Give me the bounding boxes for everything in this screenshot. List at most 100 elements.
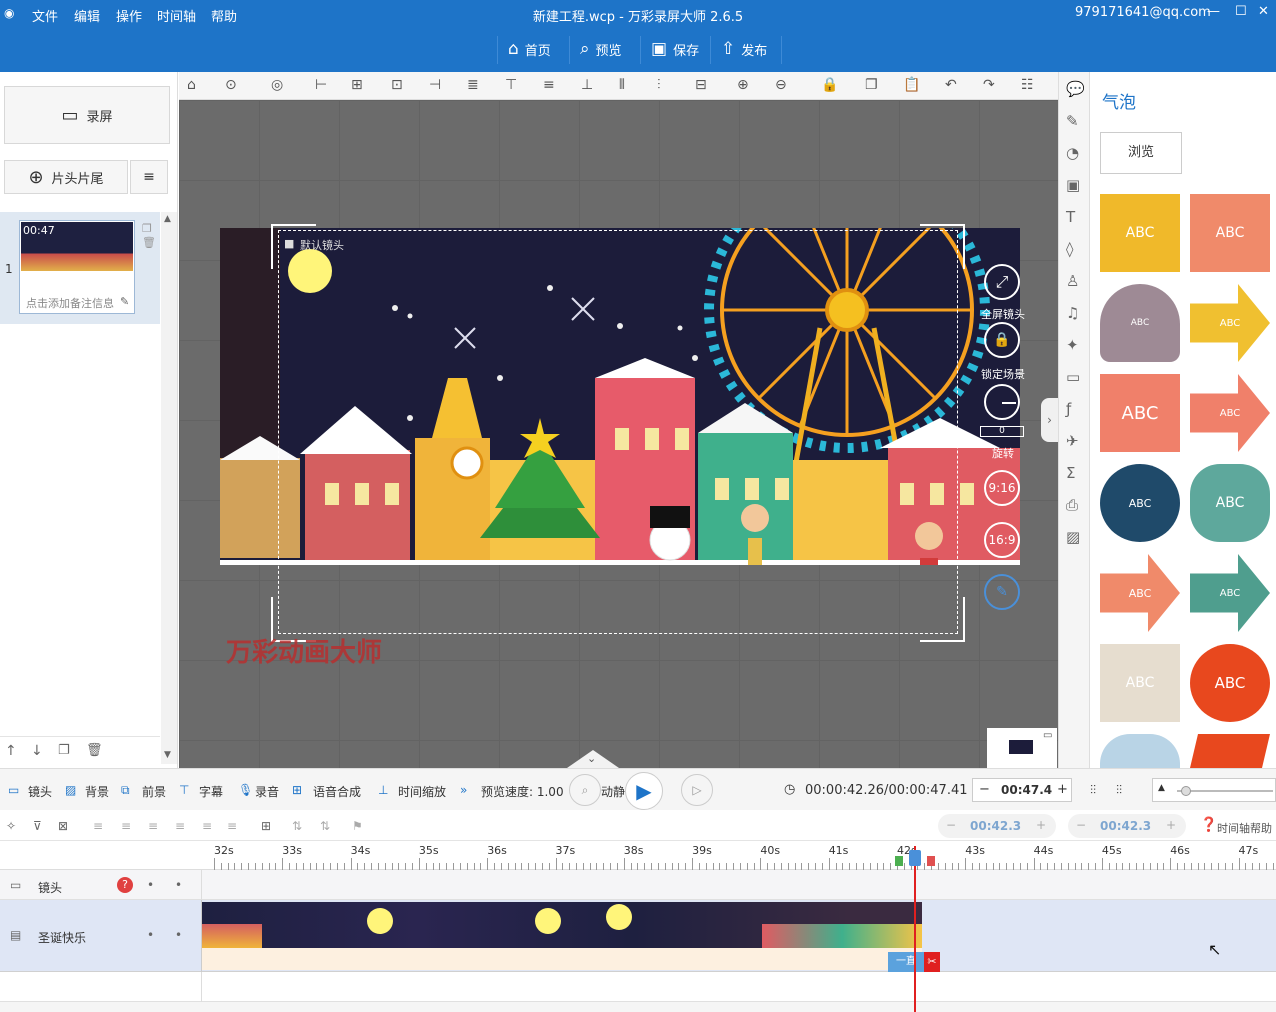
visibility-dot[interactable]: •	[147, 928, 154, 942]
tool-camera[interactable]: 镜头	[28, 783, 52, 800]
nav-publish-button[interactable]: ⇧ 发布	[721, 36, 767, 62]
arrange-2-icon[interactable]: ⇅	[320, 819, 330, 833]
fit2-icon[interactable]: ⫶⫶	[1116, 783, 1122, 798]
ratio-16-9-button[interactable]: 16:9	[984, 522, 1020, 558]
clip-tag[interactable]: 一直	[888, 952, 924, 972]
scroll-up-icon[interactable]: ▲	[164, 214, 171, 224]
fit-icon[interactable]: ⫶⫶	[1090, 783, 1096, 798]
close-button[interactable]: ✕	[1258, 4, 1269, 19]
undo-icon[interactable]: ↶	[945, 77, 957, 93]
snap-icon[interactable]: ✧	[6, 819, 16, 833]
record-screen-button[interactable]: ▭ 录屏	[4, 86, 170, 144]
bubble-item[interactable]: ABC	[1100, 374, 1180, 452]
tool-preview-speed[interactable]: 预览速度: 1.00	[481, 783, 564, 800]
sigma-icon[interactable]: Σ	[1066, 464, 1075, 482]
scroll-down-icon[interactable]: ▼	[164, 750, 171, 760]
nav-home-button[interactable]: ⌂ 首页	[508, 36, 551, 62]
settings-list-icon[interactable]: ☷	[1021, 77, 1034, 93]
bubble-item[interactable]: ABC	[1100, 554, 1180, 632]
timeline-help-link[interactable]: 时间轴帮助	[1217, 820, 1272, 836]
minus-icon[interactable]: −	[1076, 818, 1086, 832]
drop-icon[interactable]: ◊	[1066, 240, 1073, 258]
scene-clip[interactable]	[202, 902, 922, 970]
bubble-item[interactable]: ABC	[1190, 554, 1270, 632]
ratio-9-16-button[interactable]: 9:16	[984, 470, 1020, 506]
bubble-item[interactable]: ABC	[1100, 284, 1180, 362]
printer-icon[interactable]: ⎙	[1066, 496, 1078, 514]
zoom-out-icon[interactable]: ⊖	[775, 77, 787, 93]
marker-icon[interactable]: ⚑	[352, 819, 363, 833]
distribute-v-icon[interactable]: ⫶	[657, 77, 661, 93]
time-value-2[interactable]: 00:42.3	[1100, 819, 1151, 833]
scene-image[interactable]	[220, 228, 1020, 565]
minus-icon[interactable]: −	[946, 818, 956, 832]
tool-tts[interactable]: 语音合成	[313, 783, 361, 800]
music-icon[interactable]: ♫	[1066, 304, 1079, 322]
minimap[interactable]: ▭	[987, 728, 1057, 768]
duplicate-icon[interactable]: ❐	[58, 743, 70, 758]
camera-edit-button[interactable]: ✎	[984, 574, 1020, 610]
redo-icon[interactable]: ↷	[983, 77, 995, 93]
trash-icon[interactable]: 🗑	[86, 743, 103, 758]
playhead-handle[interactable]	[908, 850, 921, 866]
tool-subtitle[interactable]: 字幕	[199, 783, 223, 800]
scene-item[interactable]: 1 00:47 点击添加备注信息 ✎ ❐ 🗑	[0, 212, 160, 324]
image-icon[interactable]: ▣	[1066, 176, 1080, 194]
zoom-slider-thumb[interactable]	[1181, 786, 1191, 796]
bubble-item[interactable]: ABC	[1190, 644, 1270, 722]
align-center-icon[interactable]: ⊞	[351, 77, 363, 93]
duration-value[interactable]: 00:47.4	[1001, 783, 1052, 797]
list-settings-button[interactable]: ≡	[130, 160, 168, 194]
copy-icon[interactable]: ❐	[865, 77, 878, 93]
align-middle-icon[interactable]: ≡	[543, 77, 555, 93]
fullscreen-camera-button[interactable]: ⤢	[984, 264, 1020, 300]
character-icon[interactable]: ♙	[1066, 272, 1079, 290]
zoom-in-icon[interactable]: ⊕	[737, 77, 749, 93]
plus-icon[interactable]: +	[1166, 818, 1176, 832]
help-badge-icon[interactable]: ?	[117, 877, 133, 893]
distribute-h-icon[interactable]: ⫴	[619, 77, 625, 93]
track-camera[interactable]: ▭ 镜头 ? • •	[0, 870, 1276, 900]
align-2-icon[interactable]: ≡	[121, 819, 131, 833]
minus-icon[interactable]: −	[979, 782, 990, 797]
arrange-1-icon[interactable]: ⇅	[292, 819, 302, 833]
scene-thumbnail[interactable]: 00:47 点击添加备注信息 ✎	[19, 220, 135, 314]
zoom-slider[interactable]: ▲	[1152, 778, 1276, 802]
edit-icon[interactable]: ✎	[120, 295, 129, 308]
preview-frame-button[interactable]: ⌕	[569, 774, 601, 806]
bubble-item[interactable]: ABC	[1190, 464, 1270, 542]
lock-icon[interactable]: 🔒	[821, 77, 838, 93]
align-bottom-icon[interactable]: ⊥	[581, 77, 593, 93]
scissors-icon[interactable]: ✂	[924, 952, 940, 972]
timeline-ruler[interactable]: 32s 33s 34s 35s 36s 37s 38s 39s 40s 41s 42s 43s 44s 4…	[0, 842, 1276, 870]
select-icon[interactable]: ⊡	[391, 77, 403, 93]
tool-motion[interactable]: 动静	[601, 783, 625, 800]
minimize-button[interactable]: —	[1207, 4, 1220, 19]
copy-scene-icon[interactable]: ❐	[142, 222, 152, 235]
bubble-item[interactable]: ABC	[1100, 464, 1180, 542]
group-icon[interactable]: ⊟	[695, 77, 707, 93]
account-label[interactable]: 979171641@qq.com	[1075, 5, 1211, 20]
distribute-icon[interactable]: ≣	[467, 77, 479, 93]
scene-scrollbar[interactable]: ▲ ▼	[161, 212, 177, 764]
formula-icon[interactable]: ƒ	[1066, 400, 1071, 418]
align-6-icon[interactable]: ≡	[227, 819, 237, 833]
bubble-item[interactable]: ABC	[1100, 194, 1180, 272]
tool-time-scale[interactable]: 时间缩放	[398, 783, 446, 800]
nav-preview-button[interactable]: ⌕ 预览	[580, 36, 622, 62]
visibility-dot[interactable]: •	[147, 878, 154, 892]
play-button[interactable]: ▶	[625, 772, 663, 810]
time-stepper-2[interactable]: − 00:42.3 +	[1068, 814, 1186, 838]
filter-icon[interactable]: ⊽	[33, 819, 42, 833]
rotate-value[interactable]: 0	[980, 426, 1024, 437]
minimap-collapse-icon[interactable]: ▭	[1043, 730, 1052, 741]
bubble-item[interactable]: ABC	[1190, 374, 1270, 452]
bubble-item-partial[interactable]	[1100, 734, 1180, 768]
maximize-button[interactable]: ☐	[1235, 4, 1247, 19]
delete-box-icon[interactable]: ⊠	[58, 819, 68, 833]
duration-stepper[interactable]: − 00:47.4 +	[972, 778, 1072, 802]
head-tail-button[interactable]: ⊕ 片头片尾	[4, 160, 128, 194]
text-icon[interactable]: T	[1066, 208, 1075, 226]
bubble-item[interactable]: ABC	[1100, 644, 1180, 722]
lock-scene-button[interactable]: 🔒	[984, 322, 1020, 358]
